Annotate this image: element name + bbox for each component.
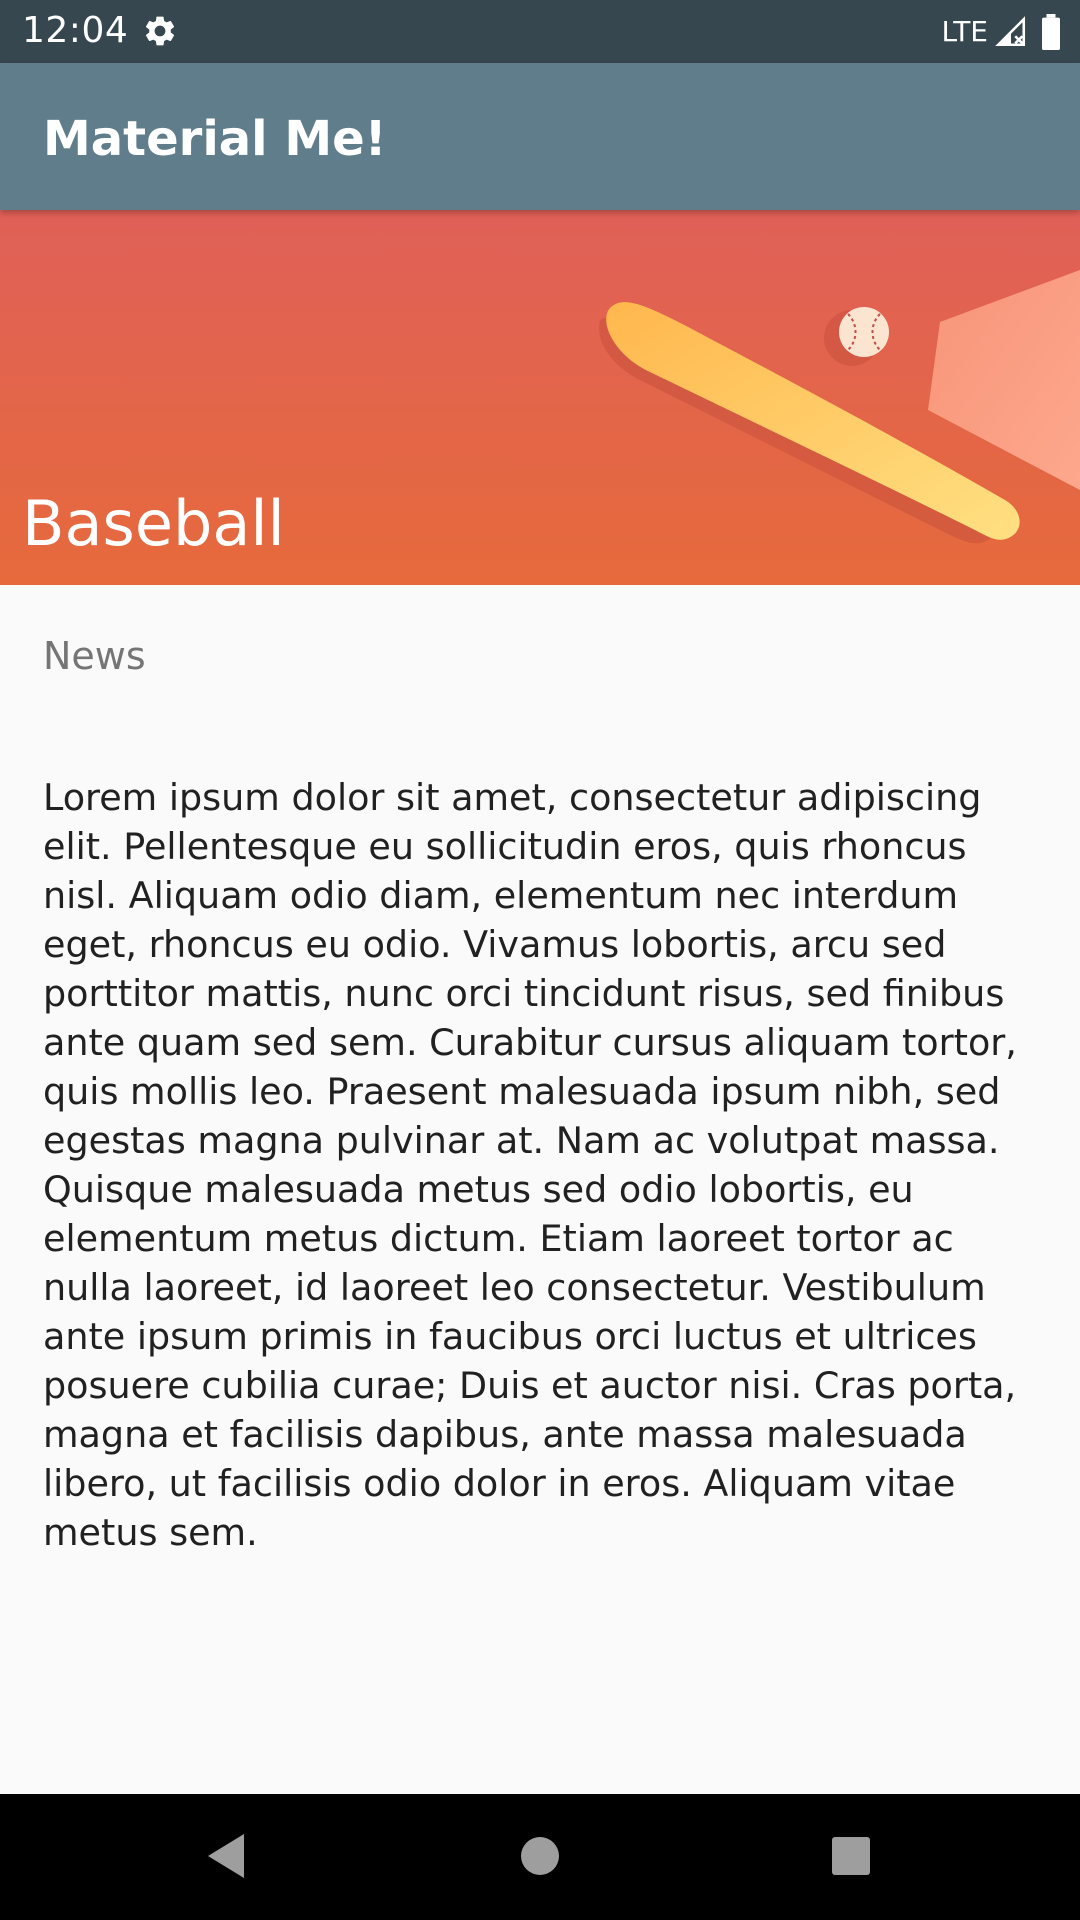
- article-body: Lorem ipsum dolor sit amet, consectetur …: [43, 776, 1017, 1554]
- status-time: 12:04: [22, 10, 129, 51]
- back-icon[interactable]: [186, 1816, 266, 1896]
- settings-icon: [145, 16, 175, 46]
- recents-icon[interactable]: [811, 1816, 891, 1896]
- hero-title: Baseball: [22, 487, 285, 560]
- battery-icon: [1042, 14, 1060, 50]
- hero-image: Baseball: [0, 210, 1080, 585]
- signal-icon: [995, 16, 1026, 47]
- status-icons: LTE: [941, 10, 1062, 54]
- app-bar: Material Me!: [0, 63, 1080, 210]
- article-subtitle: News: [43, 634, 146, 678]
- network-type: LTE: [941, 15, 988, 48]
- app-title: Material Me!: [43, 111, 387, 167]
- home-icon[interactable]: [500, 1816, 580, 1896]
- navigation-bar: [0, 1794, 1080, 1920]
- status-bar: 12:04 LTE: [0, 0, 1080, 63]
